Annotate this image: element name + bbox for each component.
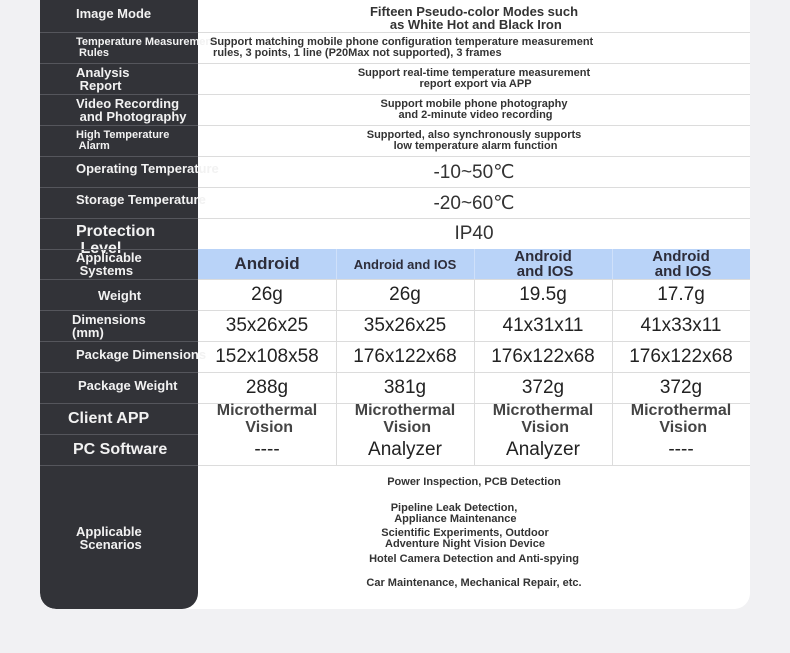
row-weight: Weight 26g 26g 19.5g 17.7g: [40, 280, 750, 310]
label-analysis-report: Analysis Report: [76, 65, 130, 93]
row-temperature-rules: Temperature Measurement Rules Support ma…: [40, 33, 750, 63]
weight-cells: 26g 26g 19.5g 17.7g: [198, 280, 750, 310]
label-storage-temperature: Storage Temperature: [76, 192, 206, 207]
row-package-weight: Package Weight 288g 381g 372g 372g: [40, 373, 750, 403]
label-applicable-systems: Applicable Systems: [76, 250, 142, 278]
cell-pc-software-4: ----: [668, 438, 694, 460]
label-pc-software: PC Software: [73, 441, 168, 458]
cell-package-weight-1: 288g: [245, 377, 289, 398]
label-weight: Weight: [98, 287, 142, 303]
cell-weight-2: 26g: [389, 284, 421, 305]
spec-table: Image Mode Fifteen Pseudo-color Modes su…: [40, 0, 750, 609]
cell-package-dimensions-2: 176x122x68: [353, 346, 457, 367]
label-package-weight: Package Weight: [78, 378, 178, 393]
cell-pc-software-3: Analyzer: [506, 438, 580, 460]
cell-system-3: Android and IOS: [514, 248, 574, 280]
value-analysis-report: Support real-time temperature measuremen…: [357, 67, 591, 90]
row-operating-temperature: Operating Temperature -10~50℃: [40, 157, 750, 187]
row-client-app: Client APP Microthermal Vision Microther…: [40, 402, 750, 436]
label-dimensions: Dimensions (mm): [72, 312, 146, 340]
label-image-mode: Image Mode: [76, 6, 152, 21]
applicable-systems-cells: Android Android and IOS Android and IOS …: [198, 249, 750, 279]
value-protection-level: IP40: [454, 223, 494, 244]
label-video-recording: Video Recording and Photography: [76, 96, 187, 124]
cell-dimensions-3: 41x31x11: [502, 315, 584, 336]
cell-pc-software-1: ----: [254, 438, 280, 460]
cell-client-app-2: Microthermal Vision: [354, 402, 456, 436]
value-temperature-rules: Support matching mobile phone configurat…: [210, 36, 594, 59]
package-dimensions-cells: 152x108x58 176x122x68 176x122x68 176x122…: [198, 342, 750, 372]
cell-package-weight-2: 381g: [383, 377, 427, 398]
value-high-temperature-alarm: Supported, also synchronously supports l…: [366, 129, 582, 152]
cell-package-dimensions-1: 152x108x58: [215, 346, 319, 367]
row-storage-temperature: Storage Temperature -20~60℃: [40, 188, 750, 218]
label-client-app: Client APP: [68, 410, 150, 427]
label-applicable-scenarios: Applicable Scenarios: [76, 523, 142, 552]
cell-dimensions-4: 41x33x11: [640, 315, 722, 336]
row-protection-level: Protection Level IP40: [40, 219, 750, 257]
value-storage-temperature: -20~60℃: [433, 192, 515, 214]
row-video-recording: Video Recording and Photography Support …: [40, 95, 750, 125]
cell-dimensions-2: 35x26x25: [363, 315, 447, 336]
cell-dimensions-1: 35x26x25: [225, 315, 309, 336]
cell-client-app-4: Microthermal Vision: [630, 402, 732, 436]
value-operating-temperature: -10~50℃: [433, 161, 515, 183]
label-temperature-rules: Temperature Measurement Rules: [76, 36, 216, 59]
cell-system-1: Android: [234, 254, 300, 273]
row-high-temperature-alarm: High Temperature Alarm Supported, also s…: [40, 126, 750, 156]
row-image-mode: Image Mode Fifteen Pseudo-color Modes su…: [40, 0, 750, 32]
cell-client-app-3: Microthermal Vision: [492, 402, 594, 436]
cell-system-2: Android and IOS: [353, 256, 457, 272]
pc-software-cells: ---- Analyzer Analyzer ----: [198, 434, 750, 465]
scenario-item: Hotel Camera Detection and Anti-spying: [369, 553, 579, 565]
value-video-recording: Support mobile phone photography and 2-m…: [380, 98, 568, 121]
scenario-item: Pipeline Leak Detection, Appliance Maint…: [390, 502, 518, 525]
row-dimensions: Dimensions (mm) 35x26x25 35x26x25 41x31x…: [40, 311, 750, 341]
row-applicable-systems: Applicable Systems Android Android and I…: [40, 249, 750, 279]
scenario-item: Power Inspection, PCB Detection: [387, 476, 561, 488]
cell-weight-3: 19.5g: [519, 284, 567, 305]
cell-package-dimensions-3: 176x122x68: [491, 346, 595, 367]
label-operating-temperature: Operating Temperature: [76, 161, 219, 176]
label-high-temperature-alarm: High Temperature Alarm: [76, 129, 170, 152]
cell-package-weight-3: 372g: [521, 377, 565, 398]
scenario-item: Car Maintenance, Mechanical Repair, etc.: [366, 577, 582, 589]
cell-weight-1: 26g: [251, 284, 283, 305]
row-analysis-report: Analysis Report Support real-time temper…: [40, 64, 750, 94]
value-image-mode: Fifteen Pseudo-color Modes such as White…: [369, 4, 579, 32]
scenario-item: Scientific Experiments, Outdoor Adventur…: [381, 527, 549, 550]
cell-system-4: Android and IOS: [652, 248, 712, 280]
client-app-cells: Microthermal Vision Microthermal Vision …: [198, 402, 750, 436]
row-pc-software: PC Software ---- Analyzer Analyzer ----: [40, 434, 750, 465]
row-package-dimensions: Package Dimensions 152x108x58 176x122x68…: [40, 342, 750, 372]
label-protection-level: Protection Level: [76, 223, 156, 257]
dimensions-cells: 35x26x25 35x26x25 41x31x11 41x33x11: [198, 311, 750, 341]
package-weight-cells: 288g 381g 372g 372g: [198, 373, 750, 403]
cell-weight-4: 17.7g: [657, 284, 705, 305]
cell-package-weight-4: 372g: [659, 377, 703, 398]
cell-client-app-1: Microthermal Vision: [216, 402, 318, 436]
label-package-dimensions: Package Dimensions: [76, 347, 207, 362]
cell-pc-software-2: Analyzer: [368, 438, 442, 460]
cell-package-dimensions-4: 176x122x68: [629, 346, 733, 367]
